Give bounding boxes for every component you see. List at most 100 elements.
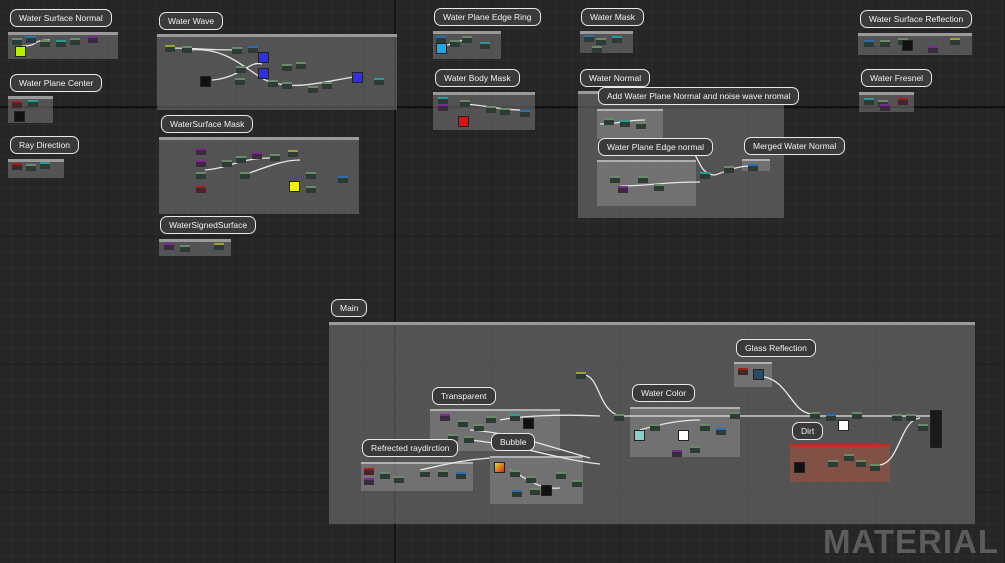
comment-label-water-mask[interactable]: Water Mask	[581, 8, 645, 26]
node[interactable]	[296, 62, 306, 69]
node[interactable]	[620, 120, 630, 127]
node[interactable]	[880, 40, 890, 47]
node[interactable]	[420, 470, 430, 477]
node[interactable]	[460, 100, 470, 107]
node[interactable]	[576, 372, 586, 379]
node[interactable]	[638, 176, 648, 183]
node[interactable]	[604, 118, 614, 125]
node[interactable]	[486, 416, 496, 423]
node[interactable]	[864, 40, 874, 47]
node[interactable]	[252, 152, 262, 159]
node[interactable]	[880, 104, 890, 111]
comment-label-main[interactable]: Main	[331, 299, 368, 317]
node[interactable]	[196, 148, 206, 155]
node[interactable]	[716, 428, 726, 435]
node[interactable]	[248, 46, 258, 53]
node[interactable]	[610, 176, 620, 183]
node[interactable]	[650, 424, 660, 431]
node[interactable]	[928, 46, 938, 53]
node[interactable]	[270, 154, 280, 161]
node[interactable]	[436, 36, 446, 43]
comment-label-ray-direction[interactable]: Ray Direction	[10, 136, 80, 154]
node[interactable]	[870, 464, 880, 471]
node[interactable]	[500, 108, 510, 115]
node[interactable]	[438, 470, 448, 477]
node[interactable]	[282, 64, 292, 71]
comment-label-glass-reflection[interactable]: Glass Reflection	[736, 339, 816, 357]
node[interactable]	[892, 414, 902, 421]
comment-label-bubble[interactable]: Bubble	[491, 433, 536, 451]
comment-label-water-wave[interactable]: Water Wave	[159, 12, 224, 30]
node[interactable]	[12, 38, 22, 45]
node[interactable]	[438, 104, 448, 111]
node[interactable]	[322, 82, 332, 89]
node[interactable]	[456, 472, 466, 479]
node[interactable]	[856, 460, 866, 467]
comment-box-watersurface-mask[interactable]	[159, 137, 359, 214]
node[interactable]	[450, 40, 460, 47]
node[interactable]	[438, 97, 448, 104]
node[interactable]	[288, 150, 298, 157]
node[interactable]	[584, 35, 594, 42]
node[interactable]	[374, 78, 384, 85]
node[interactable]	[394, 476, 404, 483]
node[interactable]	[486, 106, 496, 113]
node[interactable]	[530, 488, 540, 495]
node[interactable]	[236, 66, 246, 73]
node[interactable]	[852, 412, 862, 419]
node[interactable]	[844, 454, 854, 461]
node[interactable]	[474, 424, 484, 431]
node[interactable]	[236, 156, 246, 163]
comment-label-add-water-plane-normal[interactable]: Add Water Plane Normal and noise wave nr…	[598, 87, 800, 105]
node[interactable]	[572, 480, 582, 487]
node[interactable]	[724, 166, 734, 173]
comment-box-water-plane-edge-normal[interactable]	[597, 160, 696, 206]
node[interactable]	[458, 420, 468, 427]
node[interactable]	[338, 176, 348, 183]
node[interactable]	[672, 450, 682, 457]
node[interactable]	[240, 172, 250, 179]
node[interactable]	[918, 424, 928, 431]
node[interactable]	[222, 160, 232, 167]
node[interactable]	[40, 162, 50, 169]
comment-label-merged-water-normal[interactable]: Merged Water Normal	[744, 137, 846, 155]
node[interactable]	[730, 412, 740, 419]
node[interactable]	[690, 446, 700, 453]
node[interactable]	[510, 414, 520, 421]
node[interactable]	[700, 424, 710, 431]
node[interactable]	[232, 47, 242, 54]
node[interactable]	[26, 36, 36, 43]
node[interactable]	[906, 414, 916, 421]
comment-label-dirt[interactable]: Dirt	[792, 422, 824, 440]
node[interactable]	[196, 160, 206, 167]
node[interactable]	[618, 186, 628, 193]
node[interactable]	[56, 40, 66, 47]
node[interactable]	[512, 490, 522, 497]
node[interactable]	[214, 243, 224, 250]
node[interactable]	[654, 184, 664, 191]
comment-label-water-plane-center[interactable]: Water Plane Center	[10, 74, 103, 92]
comment-label-water-fresnel[interactable]: Water Fresnel	[861, 69, 933, 87]
node[interactable]	[596, 38, 606, 45]
node[interactable]	[308, 86, 318, 93]
node[interactable]	[636, 122, 646, 129]
node[interactable]	[182, 46, 192, 53]
comment-label-water-surface-reflection[interactable]: Water Surface Reflection	[860, 10, 973, 28]
node[interactable]	[12, 101, 22, 108]
node[interactable]	[738, 368, 748, 375]
node[interactable]	[88, 36, 98, 43]
node[interactable]	[700, 172, 710, 179]
node[interactable]	[520, 110, 530, 117]
comment-label-water-surface-normal[interactable]: Water Surface Normal	[10, 9, 112, 27]
node[interactable]	[165, 45, 175, 52]
node[interactable]	[26, 164, 36, 171]
node[interactable]	[826, 414, 836, 421]
node[interactable]	[810, 412, 820, 419]
node[interactable]	[612, 36, 622, 43]
node[interactable]	[196, 172, 206, 179]
node[interactable]	[70, 38, 80, 45]
node[interactable]	[164, 243, 174, 250]
node[interactable]	[282, 82, 292, 89]
node[interactable]	[748, 164, 758, 171]
comment-label-water-normal[interactable]: Water Normal	[580, 69, 651, 87]
